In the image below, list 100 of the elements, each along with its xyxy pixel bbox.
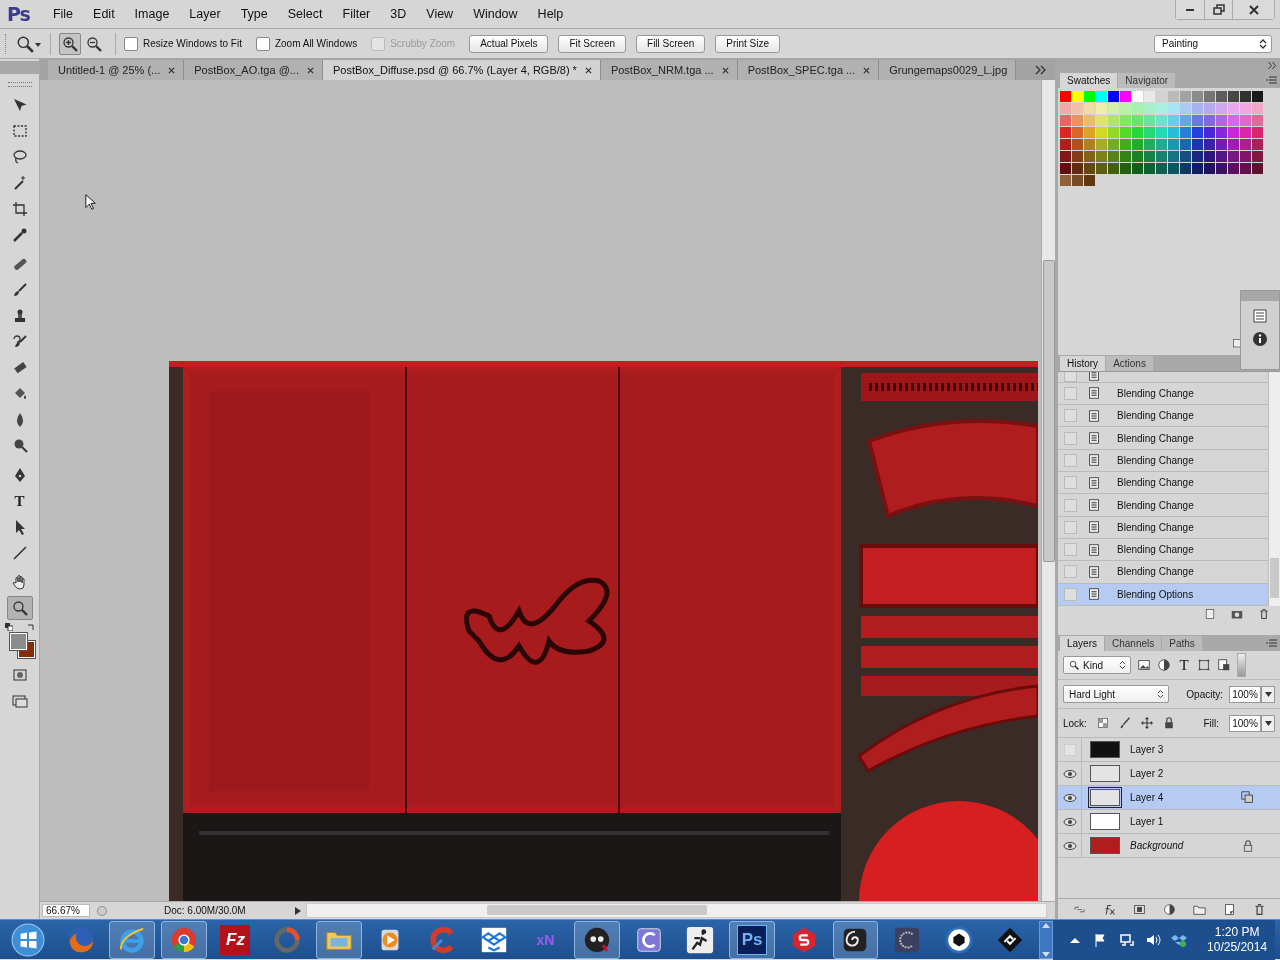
close-icon[interactable] xyxy=(721,66,729,74)
history-state[interactable]: Blending Change xyxy=(1058,382,1268,406)
snapshot-toggle[interactable] xyxy=(1064,372,1077,382)
menu-item[interactable]: Edit xyxy=(84,5,124,23)
layer-row[interactable]: Background xyxy=(1058,834,1280,858)
trash-icon[interactable] xyxy=(1252,902,1266,916)
layer-row[interactable]: Layer 3 xyxy=(1058,738,1280,762)
snapshot-toggle[interactable] xyxy=(1064,453,1077,467)
filter-dropdown[interactable]: Kind xyxy=(1063,656,1131,674)
option-button[interactable]: Fit Screen xyxy=(558,34,627,53)
history-state[interactable]: Blending Change xyxy=(1058,472,1268,495)
workspace-dropdown[interactable]: Painting xyxy=(1154,34,1272,53)
menu-item[interactable]: File xyxy=(43,5,83,23)
snapshot-toggle[interactable] xyxy=(1064,386,1077,400)
taskbar-scroller[interactable] xyxy=(1039,920,1054,959)
filter-toggle[interactable] xyxy=(1237,653,1246,677)
menu-item[interactable]: Layer xyxy=(180,5,230,23)
panel-tab[interactable]: Navigator xyxy=(1118,73,1176,88)
grip-handle[interactable] xyxy=(7,82,32,87)
snapshot-toggle[interactable] xyxy=(1064,409,1077,423)
scrollbar-thumb[interactable] xyxy=(1270,558,1279,598)
fx-icon[interactable] xyxy=(1102,902,1116,916)
foreground-color-chip[interactable] xyxy=(9,633,27,650)
close-icon[interactable] xyxy=(584,66,592,74)
history-state[interactable]: Blending Change xyxy=(1058,561,1268,584)
panel-tab[interactable]: Paths xyxy=(1162,636,1202,651)
snapshot-toggle[interactable] xyxy=(1064,431,1077,445)
snapshot-toggle[interactable] xyxy=(1064,565,1077,579)
blend-mode-dropdown[interactable]: Hard Light xyxy=(1063,685,1169,703)
opacity-dropdown-button[interactable] xyxy=(1261,685,1275,703)
type-tool[interactable]: T xyxy=(6,489,33,513)
option-button[interactable]: Actual Pixels xyxy=(469,34,549,53)
history-state[interactable]: Blending Options xyxy=(1058,583,1268,606)
restore-button[interactable] xyxy=(1204,0,1232,19)
zoom-in-button[interactable] xyxy=(59,32,81,55)
document-tab[interactable]: Untitled-1 @ 25% (... xyxy=(48,60,185,81)
mask-icon[interactable] xyxy=(1132,902,1146,916)
snapshot-toggle[interactable] xyxy=(1064,520,1077,534)
menu-item[interactable]: Help xyxy=(528,5,573,23)
document-tab[interactable]: PostBox_AO.tga @... xyxy=(184,60,323,81)
horizontal-scrollbar[interactable] xyxy=(306,903,1047,919)
checkbox[interactable] xyxy=(124,36,138,51)
zoom-field[interactable]: 66.67% xyxy=(42,904,90,918)
layer-row[interactable]: Layer 4 xyxy=(1058,786,1280,810)
panel-tab[interactable]: History xyxy=(1060,356,1106,371)
snapshot-toggle[interactable] xyxy=(1064,543,1077,557)
close-icon[interactable] xyxy=(307,66,314,74)
option-button[interactable]: Fill Screen xyxy=(636,34,706,53)
history-state[interactable]: Blending Change xyxy=(1058,427,1268,450)
fill-field[interactable]: 100% xyxy=(1229,714,1261,732)
menu-item[interactable]: Type xyxy=(231,5,277,23)
panel-tab[interactable]: Actions xyxy=(1106,356,1153,371)
history-state[interactable]: Blending Change xyxy=(1058,405,1268,428)
properties-icon[interactable] xyxy=(1252,308,1268,324)
snapshot-toggle[interactable] xyxy=(1064,498,1077,512)
type-filter-button[interactable]: T xyxy=(1177,656,1191,674)
menu-item[interactable]: Filter xyxy=(333,5,380,23)
history-state[interactable]: Blending Change xyxy=(1058,494,1268,517)
menu-item[interactable]: Window xyxy=(464,5,527,23)
grip-handle[interactable] xyxy=(5,33,8,54)
menu-item[interactable]: View xyxy=(417,5,463,23)
network-icon[interactable] xyxy=(1119,931,1136,948)
snapshot-toggle[interactable] xyxy=(1064,476,1077,490)
menu-item[interactable]: 3D xyxy=(381,5,416,23)
overflow-chevron-icon[interactable] xyxy=(1035,64,1047,75)
vertical-scrollbar[interactable] xyxy=(1041,80,1055,902)
option-button[interactable]: Print Size xyxy=(715,34,781,53)
minimize-button[interactable] xyxy=(1176,0,1204,19)
history-state[interactable]: Blending Change xyxy=(1058,449,1268,472)
taskbar-button[interactable]: Ps xyxy=(729,920,775,959)
document-tab[interactable]: PostBox_NRM.tga ... xyxy=(600,60,738,81)
zoom-tool[interactable] xyxy=(6,596,33,620)
checkbox[interactable] xyxy=(255,36,270,51)
menu-item[interactable]: Select xyxy=(278,5,332,23)
new-layer-icon[interactable] xyxy=(1222,902,1236,916)
panel-tab[interactable]: Swatches xyxy=(1060,73,1118,88)
app-logo: Ps xyxy=(7,3,30,25)
opacity-field[interactable]: 100% xyxy=(1229,685,1261,703)
info-icon[interactable] xyxy=(1252,331,1268,347)
close-button[interactable] xyxy=(1232,0,1274,19)
document-tab[interactable]: Grungemaps0029_L.jpg xyxy=(879,60,1017,81)
snapshot-toggle[interactable] xyxy=(1064,587,1077,601)
layer-row[interactable]: Layer 1 xyxy=(1058,810,1280,834)
taskbar-button[interactable] xyxy=(574,920,620,959)
close-icon[interactable] xyxy=(863,66,871,74)
adjustment-icon[interactable] xyxy=(1162,902,1176,916)
history-state[interactable]: Blending Change xyxy=(1058,516,1268,539)
menu-item[interactable]: Image xyxy=(125,5,179,23)
scrollbar-thumb[interactable] xyxy=(1042,260,1055,563)
document-tab[interactable]: PostBox_SPEC.tga ... xyxy=(737,60,880,81)
eye-icon xyxy=(1062,840,1077,851)
panel-tab[interactable]: Layers xyxy=(1060,636,1104,651)
document-tab[interactable]: PostBox_Diffuse.psd @ 66.7% (Layer 4, RGB/8) * xyxy=(323,60,601,81)
history-state[interactable]: Blending Change xyxy=(1058,539,1268,562)
document-icon xyxy=(1087,453,1101,468)
panel-tab[interactable]: Channels xyxy=(1105,636,1162,651)
vertical-scrollbar[interactable] xyxy=(1268,372,1280,606)
fill-dropdown-button[interactable] xyxy=(1261,714,1275,732)
taskbar-button[interactable] xyxy=(832,920,879,959)
close-icon[interactable] xyxy=(168,66,176,74)
